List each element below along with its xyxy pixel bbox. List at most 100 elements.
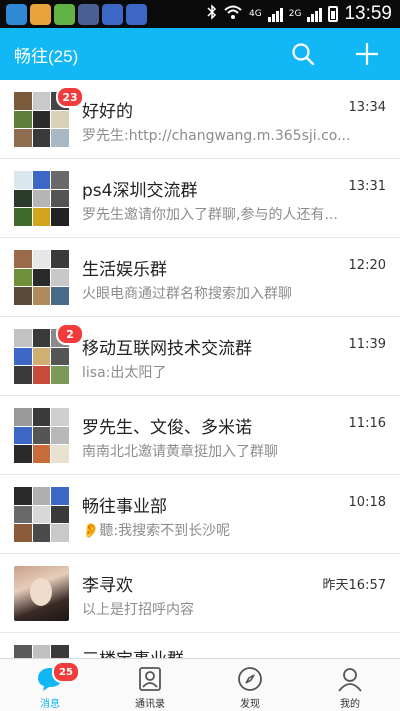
chat-time: 13:34 <box>348 100 386 115</box>
avatar-tile <box>14 287 32 305</box>
chat-list-item[interactable]: ps4深圳交流群 13:31 罗先生邀请你加入了群聊,参与的人还有... <box>0 159 400 238</box>
avatar-tile <box>32 189 51 208</box>
avatar-tile <box>32 171 51 189</box>
chat-name: 好好的 <box>82 102 133 122</box>
wifi-icon <box>223 4 243 24</box>
avatar-tile <box>32 487 51 505</box>
tab-contacts[interactable]: 通讯录 <box>100 659 200 711</box>
chat-preview: 罗先生:http://changwang.m.365sji.co... <box>82 128 351 144</box>
tab-label: 通讯录 <box>135 699 165 710</box>
plus-icon <box>356 43 378 65</box>
bluetooth-icon <box>207 4 217 24</box>
avatar-tile <box>14 445 32 463</box>
bottom-tab-bar: 25 消息 通讯录 发现 我的 <box>0 658 400 711</box>
chat-time: 12:20 <box>348 258 386 273</box>
tab-message[interactable]: 25 消息 <box>0 659 100 711</box>
avatar-tile <box>32 250 51 268</box>
avatar-tile <box>14 250 32 268</box>
avatar-tile <box>51 487 69 505</box>
notification-icons <box>0 3 147 25</box>
avatar-tile <box>32 426 51 445</box>
avatar-tile <box>14 208 32 226</box>
avatar-tile <box>14 426 32 445</box>
avatar-tile <box>32 505 51 524</box>
chat-preview: 南南北北邀请黄章挺加入了群聊 <box>82 444 278 460</box>
battery-icon <box>328 6 339 22</box>
chat-list: 23 好好的 13:34 罗先生:http://changwang.m.365sji.… <box>0 80 400 658</box>
avatar-tile <box>51 366 69 384</box>
avatar-tile <box>14 129 32 147</box>
group-avatar <box>14 171 69 226</box>
chat-name: ps4深圳交流群 <box>82 181 198 201</box>
chat-name: 移动互联网技术交流群 <box>82 339 252 359</box>
chat-time: 11:39 <box>348 337 386 352</box>
avatar-tile <box>51 426 69 445</box>
avatar-tile <box>32 287 51 305</box>
avatar-tile <box>51 189 69 208</box>
avatar-tile <box>14 487 32 505</box>
chat-list-item[interactable]: 畅往事业部 10:18 👂聽:我搜索不到长沙呢 <box>0 475 400 554</box>
group-avatar <box>14 645 69 658</box>
chat-name: 三楼宝事业群 <box>82 645 184 658</box>
avatar-tile <box>32 524 51 542</box>
avatar-tile <box>32 408 51 426</box>
unread-badge: 23 <box>56 86 84 108</box>
chat-preview: lisa:出太阳了 <box>82 365 167 381</box>
chat-time: 11:16 <box>348 416 386 431</box>
unread-count-badge: 25 <box>52 661 80 683</box>
avatar-tile <box>51 524 69 542</box>
tab-label: 我的 <box>340 699 360 710</box>
avatar <box>14 566 69 621</box>
chat-list-item[interactable]: 23 好好的 13:34 罗先生:http://changwang.m.365sji.… <box>0 80 400 159</box>
chat-preview: 👂聽:我搜索不到长沙呢 <box>82 523 231 539</box>
search-icon <box>292 43 315 66</box>
unread-badge: 2 <box>56 323 84 345</box>
avatar-tile <box>32 208 51 226</box>
avatar-tile <box>14 268 32 287</box>
tab-compass[interactable]: 发现 <box>200 659 300 711</box>
avatar-tile <box>14 505 32 524</box>
tab-profile[interactable]: 我的 <box>300 659 400 711</box>
add-button[interactable] <box>354 41 380 67</box>
page-title: 畅往(25) <box>14 46 79 66</box>
clock: 13:59 <box>344 3 392 24</box>
avatar-tile <box>51 347 69 366</box>
avatar-tile <box>14 329 32 347</box>
chat-list-item[interactable]: 2 移动互联网技术交流群 11:39 lisa:出太阳了 <box>0 317 400 396</box>
weibo-icon <box>102 3 123 25</box>
chat-preview: 火眼电商通过群名称搜索加入群聊 <box>82 286 292 302</box>
avatar-tile <box>14 189 32 208</box>
chat-name: 罗先生、文俊、多米诺 <box>82 418 252 438</box>
contacts-icon <box>136 665 164 693</box>
avatar-tile <box>51 505 69 524</box>
chat-preview: 罗先生邀请你加入了群聊,参与的人还有... <box>82 207 338 223</box>
compass-icon <box>236 665 264 693</box>
avatar-tile <box>14 408 32 426</box>
avatar-tile <box>32 268 51 287</box>
avatar-tile <box>14 92 32 110</box>
avatar-tile <box>32 645 51 658</box>
avatar-face <box>30 578 52 606</box>
chat-name: 畅往事业部 <box>82 497 167 517</box>
avatar-tile <box>32 92 51 110</box>
group-avatar <box>14 250 69 305</box>
signal-icon <box>267 6 283 22</box>
avatar-tile <box>32 129 51 147</box>
avatar-tile <box>32 445 51 463</box>
avatar-tile <box>51 171 69 189</box>
chat-list-item[interactable]: 生活娱乐群 12:20 火眼电商通过群名称搜索加入群聊 <box>0 238 400 317</box>
search-button[interactable] <box>290 41 316 67</box>
tab-label: 消息 <box>40 699 60 710</box>
qq-icon <box>6 3 27 25</box>
chat-list-item[interactable]: 罗先生、文俊、多米诺 11:16 南南北北邀请黄章挺加入了群聊 <box>0 396 400 475</box>
avatar-tile <box>51 208 69 226</box>
app-grid-icon <box>54 3 75 25</box>
avatar-tile <box>32 329 51 347</box>
chat-list-item[interactable]: 三楼宝事业群 <box>0 633 400 658</box>
chat-list-item[interactable]: 李寻欢 昨天16:57 以上是打招呼内容 <box>0 554 400 633</box>
weibo-icon <box>126 3 147 25</box>
chat-time: 昨天16:57 <box>322 578 386 593</box>
avatar-tile <box>14 645 32 658</box>
avatar-tile <box>51 110 69 129</box>
avatar-tile <box>51 645 69 658</box>
